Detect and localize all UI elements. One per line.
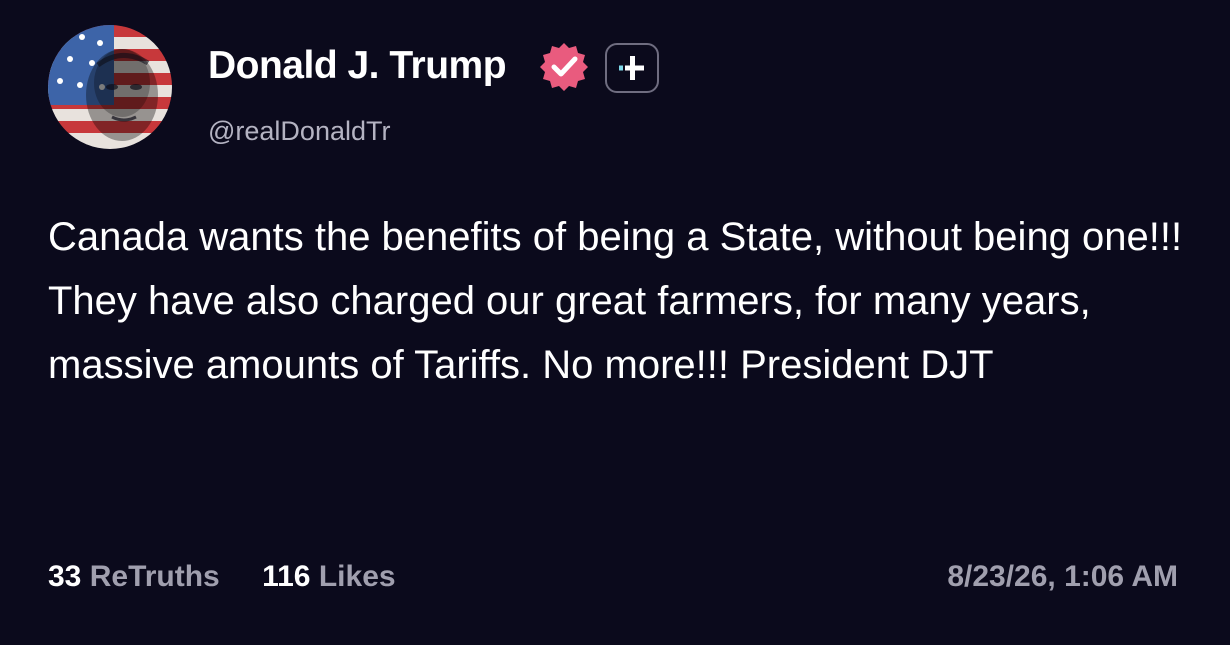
author-handle[interactable]: @realDonaldTr	[208, 116, 390, 147]
avatar-flag-portrait	[48, 25, 172, 149]
follow-button[interactable]	[605, 43, 659, 93]
likes-stat[interactable]: 116 Likes	[262, 560, 395, 594]
post-stats: 33 ReTruths 116 Likes	[48, 560, 430, 594]
truth-post: Donald J. Trump @realDonaldTr Canada wan…	[0, 0, 1230, 645]
plus-icon	[619, 56, 644, 80]
post-body-text: Canada wants the benefits of being a Sta…	[48, 215, 1183, 387]
likes-label: Likes	[318, 560, 396, 593]
retruths-count: 33	[48, 560, 82, 593]
verified-badge-icon	[538, 41, 590, 93]
retruths-stat[interactable]: 33 ReTruths	[48, 560, 220, 594]
retruths-label: ReTruths	[89, 560, 220, 593]
likes-count: 116	[262, 560, 311, 593]
post-timestamp[interactable]: 8/23/26, 1:06 AM	[947, 560, 1178, 594]
author-display-name[interactable]: Donald J. Trump	[208, 44, 507, 88]
author-avatar[interactable]	[48, 25, 172, 149]
